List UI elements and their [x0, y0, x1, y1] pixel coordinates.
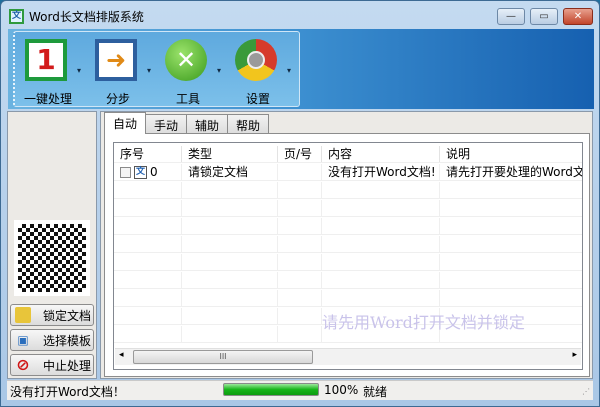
type-cell: 请锁定文档	[182, 164, 278, 180]
tab-panel: 序号 类型 页/号 内容 说明 文 0 请锁定文档 没有打开Word文档! 请先…	[104, 133, 590, 377]
toolbar-label: 设置	[245, 92, 270, 106]
template-icon: ▣	[17, 333, 29, 347]
chevron-down-icon[interactable]: ▾	[217, 66, 221, 75]
settings-button[interactable]: ▾ 设置	[227, 36, 297, 106]
qr-code-image	[14, 220, 90, 296]
stop-icon: ⊘	[16, 355, 30, 374]
button-label: 锁定文档	[43, 308, 92, 323]
chevron-down-icon[interactable]: ▾	[77, 66, 81, 75]
column-header[interactable]: 页/号	[278, 146, 322, 162]
minimize-button[interactable]: —	[497, 8, 525, 25]
maximize-button[interactable]: ▭	[530, 8, 558, 25]
scrollbar-thumb[interactable]: III	[133, 350, 313, 364]
button-label: 选择模板	[43, 333, 92, 348]
progress-bar	[223, 383, 319, 396]
row-index: 0	[150, 164, 158, 179]
scroll-right-arrow[interactable]: ▸	[572, 350, 577, 360]
word-doc-icon: 文	[134, 165, 147, 179]
step-arrow-icon: ➜	[95, 39, 137, 81]
scroll-left-arrow[interactable]: ◂	[119, 350, 124, 360]
lock-icon	[15, 307, 31, 323]
toolbar-label: 分步	[105, 92, 130, 106]
toolbar-label: 工具	[175, 92, 200, 106]
row-checkbox[interactable]	[120, 166, 131, 178]
main-panel: 自动 手动 辅助 帮助 序号 类型 页/号 内容 说明 文 0 请锁定文档 没有…	[100, 111, 593, 379]
status-state: 就绪	[363, 385, 388, 399]
column-header[interactable]: 说明	[440, 146, 582, 162]
one-key-icon: 1	[25, 39, 67, 81]
list-header: 序号 类型 页/号 内容 说明	[114, 146, 582, 163]
chevron-down-icon[interactable]: ▾	[147, 66, 151, 75]
tools-button[interactable]: ✕ ▾ 工具	[157, 36, 227, 106]
lock-document-button[interactable]: 锁定文档	[10, 304, 94, 326]
window-title: Word长文档排版系统	[29, 9, 144, 24]
note-cell: 请先打开要处理的Word文档	[440, 164, 582, 180]
table-row[interactable]: 文 0 请锁定文档 没有打开Word文档! 请先打开要处理的Word文档	[114, 164, 582, 181]
task-list[interactable]: 序号 类型 页/号 内容 说明 文 0 请锁定文档 没有打开Word文档! 请先…	[113, 142, 583, 370]
horizontal-scrollbar[interactable]: ◂ III ▸	[115, 348, 581, 365]
step-button[interactable]: ➜ ▾ 分步	[87, 36, 157, 106]
title-bar: 文 Word长文档排版系统	[9, 7, 144, 25]
select-template-button[interactable]: ▣ 选择模板	[10, 329, 94, 351]
content-cell: 没有打开Word文档!	[322, 164, 440, 180]
index-cell: 文 0	[114, 164, 182, 180]
column-header[interactable]: 序号	[114, 146, 182, 162]
toolbar-label: 一键处理	[23, 92, 72, 106]
one-key-process-button[interactable]: 1 ▾ 一键处理	[17, 36, 87, 106]
settings-icon	[235, 39, 277, 81]
close-button[interactable]: ✕	[563, 8, 593, 25]
column-header[interactable]: 类型	[182, 146, 278, 162]
toolbar-group: 1 ▾ 一键处理 ➜ ▾ 分步 ✕ ▾ 工具 ▾ 设置	[13, 31, 300, 107]
tab-assist[interactable]: 辅助	[186, 114, 229, 134]
stop-processing-button[interactable]: ⊘ 中止处理	[10, 354, 94, 376]
tab-auto[interactable]: 自动	[104, 112, 147, 134]
tab-help[interactable]: 帮助	[227, 114, 270, 134]
column-header[interactable]: 内容	[322, 146, 440, 162]
chevron-down-icon[interactable]: ▾	[287, 66, 291, 75]
tab-bar: 自动 手动 辅助 帮助	[104, 112, 270, 134]
status-bar: 没有打开Word文档！ 100% 就绪 ⋰	[7, 380, 593, 400]
watermark-hint: 请先用Word打开文档并锁定	[322, 313, 525, 332]
app-icon: 文	[9, 8, 24, 24]
status-message: 没有打开Word文档！	[10, 385, 125, 399]
page-cell	[278, 164, 322, 180]
button-label: 中止处理	[43, 358, 92, 373]
tools-icon: ✕	[165, 39, 207, 81]
resize-grip-icon[interactable]: ⋰	[582, 387, 590, 396]
progress-text: 100%	[324, 383, 359, 397]
main-window: 文 Word长文档排版系统 — ▭ ✕ 1 ▾ 一键处理 ➜ ▾ 分步 ✕ ▾ …	[0, 0, 600, 407]
tab-manual[interactable]: 手动	[145, 114, 188, 134]
toolbar: 1 ▾ 一键处理 ➜ ▾ 分步 ✕ ▾ 工具 ▾ 设置	[8, 29, 594, 109]
left-panel: 锁定文档 ▣ 选择模板 ⊘ 中止处理	[7, 111, 97, 379]
